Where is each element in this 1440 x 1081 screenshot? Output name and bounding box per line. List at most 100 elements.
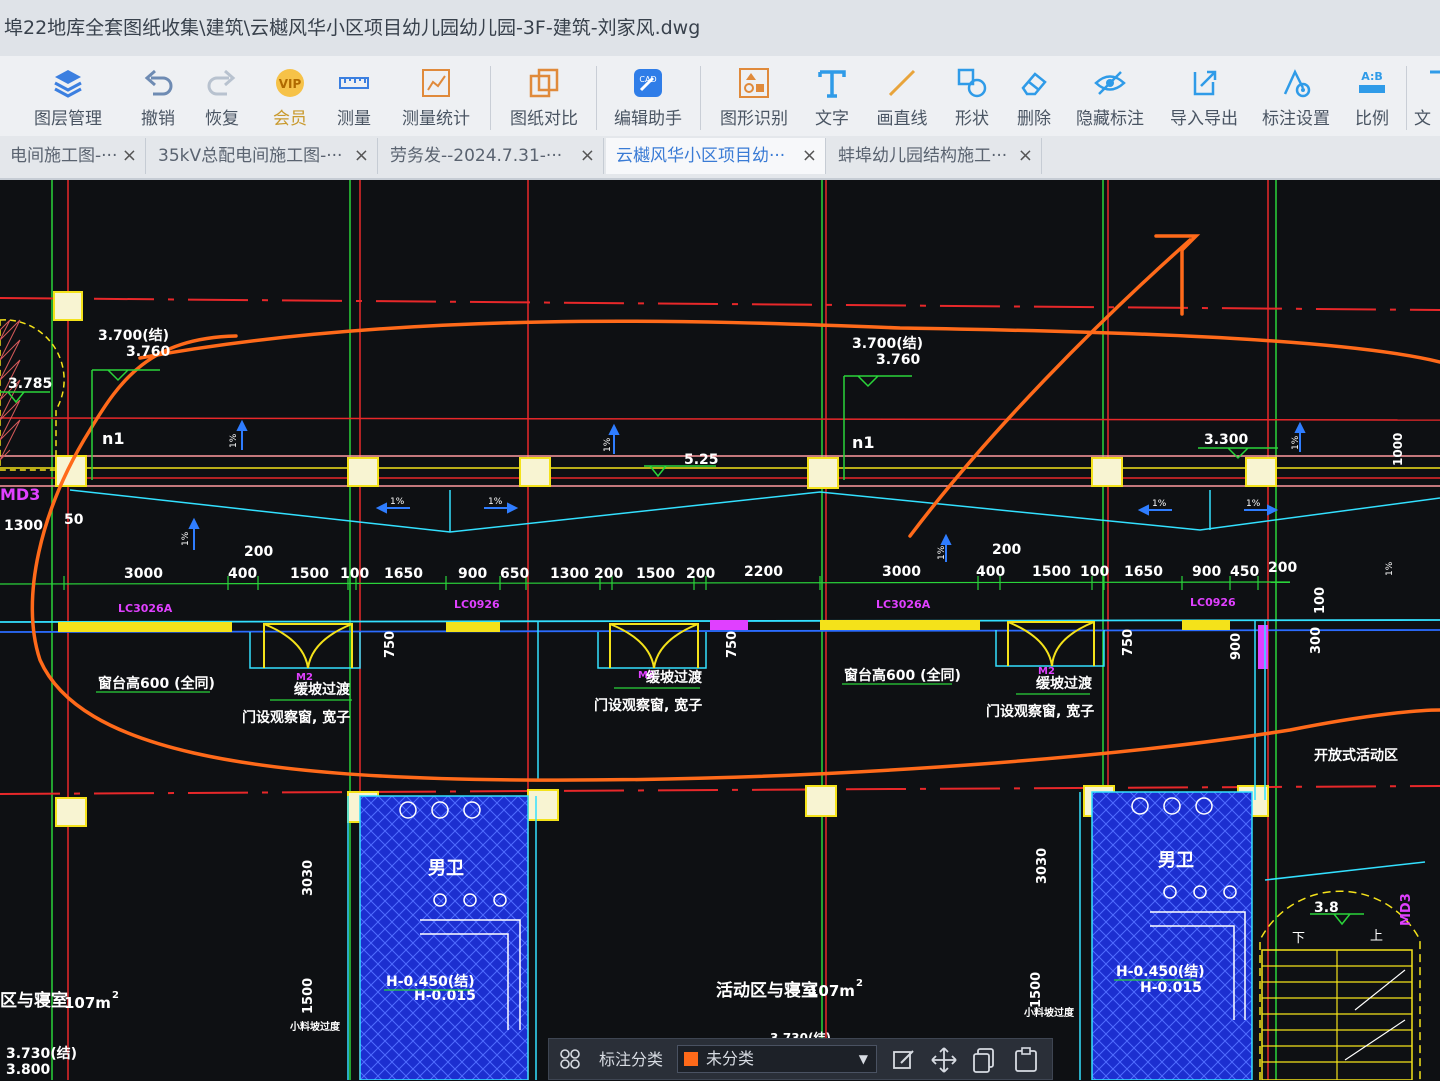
tab-label: 35kV总配电间施工图-··· — [158, 146, 343, 166]
measure-stats-icon — [422, 69, 450, 97]
move-icon[interactable] — [929, 1045, 959, 1075]
tab-document-3[interactable]: 劳务发--2024.7.31-··· × — [380, 138, 604, 174]
close-icon[interactable]: × — [122, 138, 137, 174]
svg-text:50: 50 — [64, 512, 84, 528]
svg-text:900: 900 — [458, 566, 487, 582]
close-icon[interactable]: × — [354, 138, 369, 174]
svg-text:门设观察窗, 宽子: 门设观察窗, 宽子 — [986, 703, 1094, 720]
shape-icon — [957, 68, 987, 98]
svg-text:n1: n1 — [852, 433, 875, 452]
document-tabs: 电间施工图-··· × 35kV总配电间施工图-··· × 劳务发--2024.… — [0, 136, 1440, 180]
redo-icon — [207, 69, 236, 96]
svg-text:LC3026A: LC3026A — [118, 602, 173, 615]
shape-recognize-icon — [739, 68, 769, 98]
annotation-category-label: 标注分类 — [599, 1050, 664, 1069]
svg-text:3.760: 3.760 — [876, 352, 921, 368]
svg-text:750: 750 — [725, 631, 740, 658]
close-icon[interactable]: × — [802, 138, 817, 174]
edit-assistant-button[interactable]: CAD 编辑助手 — [606, 62, 690, 134]
svg-text:200: 200 — [992, 542, 1021, 558]
svg-text:3.800: 3.800 — [6, 1062, 51, 1078]
grid-icon[interactable] — [559, 1048, 581, 1070]
stair-up-label: 上 — [1370, 929, 1383, 944]
tab-label: 劳务发--2024.7.31-··· — [390, 146, 563, 166]
svg-text:200: 200 — [1268, 560, 1297, 576]
svg-text:200: 200 — [686, 566, 715, 582]
tab-label: 云樾风华小区项目幼··· — [616, 146, 786, 166]
delete-button[interactable]: 删除 — [992, 62, 1076, 134]
annotation-settings-button[interactable]: 标注设置 — [1254, 62, 1338, 134]
svg-text:缓坡过渡: 缓坡过渡 — [1036, 675, 1093, 692]
svg-text:1%: 1% — [229, 433, 239, 448]
svg-text:LC3026A: LC3026A — [876, 598, 931, 611]
svg-text:1%: 1% — [1152, 499, 1167, 509]
compare-button[interactable]: 图纸对比 — [502, 62, 586, 134]
tab-document-4[interactable]: 云樾风华小区项目幼··· × — [606, 138, 826, 174]
cad-edit-icon: CAD — [634, 69, 662, 97]
svg-text:VIP: VIP — [279, 77, 302, 91]
import-export-button[interactable]: 导入导出 — [1162, 62, 1246, 134]
paste-icon[interactable] — [1011, 1045, 1041, 1075]
svg-text:区与寝室: 区与寝室 — [0, 990, 68, 1011]
svg-text:男卫: 男卫 — [1158, 850, 1194, 871]
eye-off-icon — [1094, 71, 1126, 95]
svg-text:1300: 1300 — [550, 566, 589, 582]
window-title: 埠22地库全套图纸收集\建筑\云樾风华小区项目幼儿园幼儿园-3F-建筑-刘家风.… — [4, 17, 701, 39]
measure-stats-button[interactable]: 测量统计 — [394, 62, 478, 134]
svg-text:2: 2 — [112, 990, 119, 1001]
svg-text:750: 750 — [383, 631, 398, 658]
tab-document-5[interactable]: 蚌埠幼儿园结构施工··· × — [828, 138, 1042, 174]
svg-text:900: 900 — [1192, 564, 1221, 580]
svg-text:3000: 3000 — [882, 564, 921, 580]
eraser-icon — [1021, 72, 1047, 96]
svg-text:1%: 1% — [1385, 561, 1395, 576]
svg-text:H-0.015: H-0.015 — [1140, 980, 1202, 996]
text2-button[interactable]: 文 — [1410, 62, 1440, 134]
tab-document-1[interactable]: 电间施工图-··· × — [0, 138, 146, 174]
svg-text:LC0926: LC0926 — [454, 598, 500, 611]
import-export-icon — [1193, 70, 1217, 96]
svg-text:3.760: 3.760 — [126, 344, 171, 360]
svg-text:100: 100 — [340, 566, 369, 582]
toolbar-separator — [596, 66, 597, 130]
svg-text:1500: 1500 — [290, 566, 329, 582]
copy-icon[interactable] — [969, 1045, 999, 1075]
shape-recognize-button[interactable]: 图形识别 — [712, 62, 796, 134]
svg-text:1%: 1% — [181, 531, 191, 546]
svg-text:MD3: MD3 — [0, 485, 40, 504]
vip-icon: VIP — [276, 69, 304, 97]
svg-text:100: 100 — [1313, 587, 1328, 614]
hide-annotation-button[interactable]: 隐藏标注 — [1068, 62, 1152, 134]
svg-text:3000: 3000 — [124, 566, 163, 582]
toolbar-separator — [1406, 66, 1407, 130]
stair-down-label: 下 — [1292, 931, 1305, 946]
cad-drawing-canvas[interactable]: 下 上 3.700(结) 3.760 3.785 3.700(结) 3.760 … — [0, 180, 1440, 1080]
svg-text:1500: 1500 — [636, 566, 675, 582]
annotation-category-select[interactable]: 未分类 ▼ — [677, 1045, 877, 1073]
ruler-icon — [339, 77, 369, 89]
svg-text:缓坡过渡: 缓坡过渡 — [646, 669, 703, 686]
svg-text:H-0.450(结): H-0.450(结) — [1116, 963, 1205, 980]
measure-button[interactable]: 测量 — [312, 62, 396, 134]
svg-text:3.700(结): 3.700(结) — [852, 335, 923, 352]
svg-text:1500: 1500 — [1032, 564, 1071, 580]
category-color-swatch — [684, 1052, 698, 1066]
scale-button[interactable]: A:B 比例 — [1330, 62, 1414, 134]
tab-label: 蚌埠幼儿园结构施工··· — [838, 146, 1008, 166]
edit-icon[interactable] — [889, 1045, 919, 1075]
svg-text:1%: 1% — [390, 497, 405, 507]
scale-icon: A:B — [1359, 70, 1385, 93]
close-icon[interactable]: × — [1018, 138, 1033, 174]
svg-text:小料坡过度: 小料坡过度 — [1023, 1006, 1075, 1019]
svg-text:3.730(结): 3.730(结) — [6, 1045, 77, 1062]
svg-text:200: 200 — [594, 566, 623, 582]
svg-text:1%: 1% — [1246, 499, 1261, 509]
tab-document-2[interactable]: 35kV总配电间施工图-··· × — [148, 138, 378, 174]
close-icon[interactable]: × — [580, 138, 595, 174]
svg-text:缓坡过渡: 缓坡过渡 — [294, 681, 351, 698]
layer-manager-button[interactable]: 图层管理 — [26, 62, 110, 134]
svg-text:A:B: A:B — [1361, 70, 1383, 83]
svg-text:窗台高600 (全同): 窗台高600 (全同) — [98, 675, 215, 692]
text2-icon — [1430, 70, 1440, 74]
svg-text:3.700(结): 3.700(结) — [98, 327, 169, 344]
